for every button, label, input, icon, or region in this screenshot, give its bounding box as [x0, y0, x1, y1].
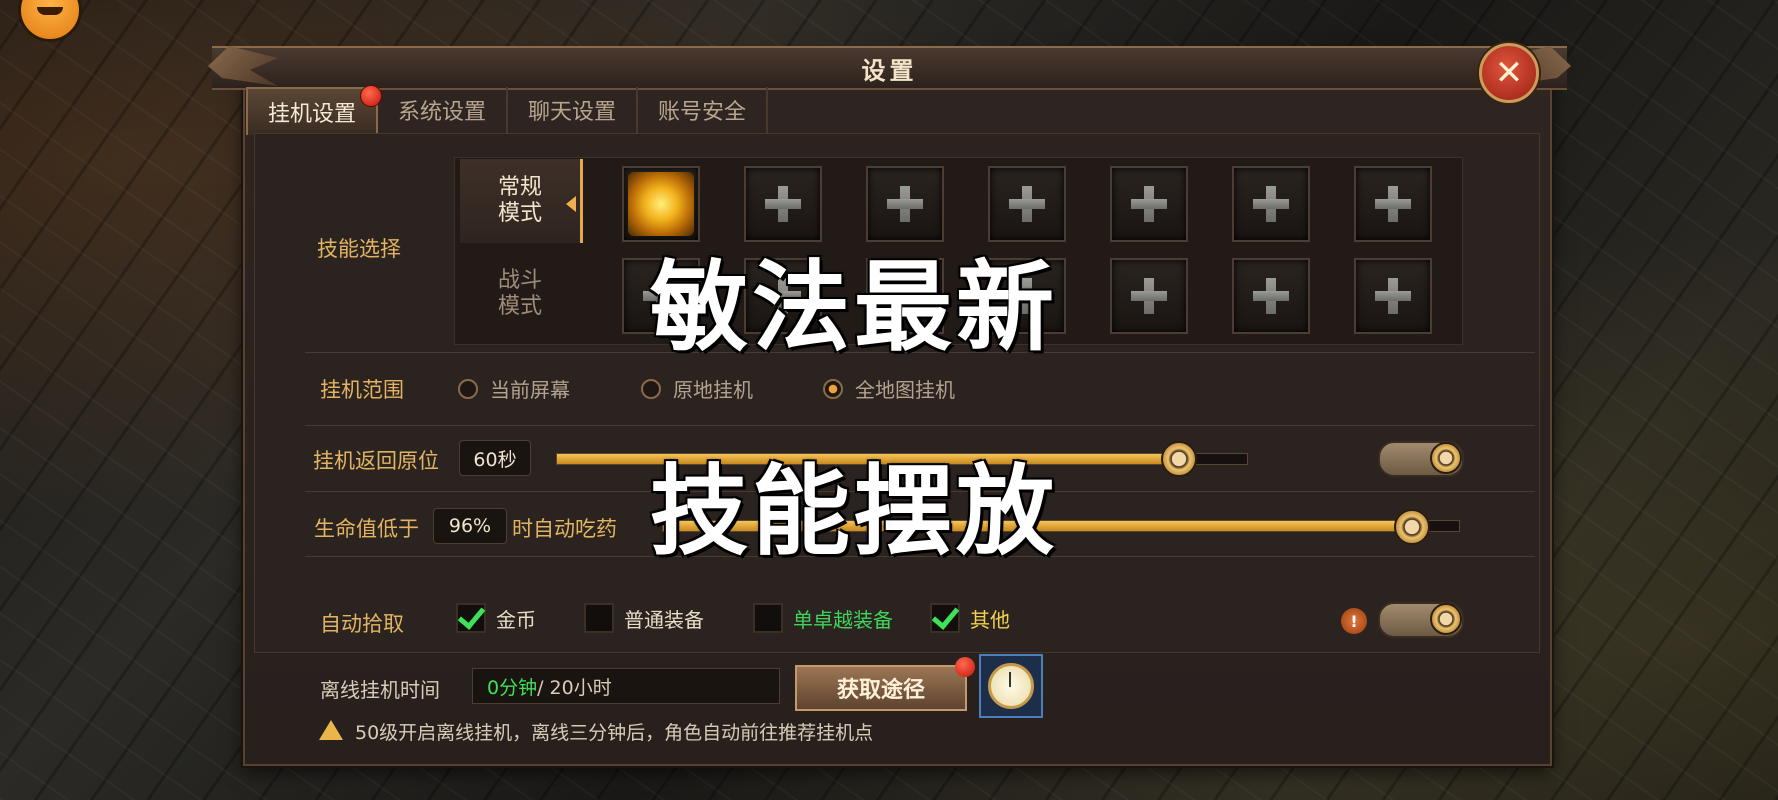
- offline-total: / 20小时: [537, 676, 612, 699]
- return-time-value[interactable]: 60秒: [459, 440, 531, 476]
- add-icon: [1373, 276, 1413, 316]
- toggle-knob: [1430, 442, 1462, 474]
- offline-used: 0分钟: [487, 676, 538, 699]
- tab-label: 挂机设置: [268, 102, 357, 127]
- radio-circle: [458, 378, 478, 399]
- mode-tab-regular[interactable]: 常规 模式: [460, 159, 583, 243]
- checkbox-checked: [930, 603, 960, 633]
- warning-icon: [319, 720, 343, 740]
- tab-account-security[interactable]: 账号安全: [638, 87, 769, 133]
- radio-circle: [641, 378, 661, 399]
- panel-title: 设置: [861, 55, 918, 85]
- pickup-other-checkbox[interactable]: 其他: [930, 603, 1010, 633]
- auto-pickup-label: 自动拾取: [320, 612, 404, 636]
- tab-afk-settings[interactable]: 挂机设置: [246, 85, 383, 135]
- pickup-normal-gear-checkbox[interactable]: 普通装备: [584, 603, 704, 633]
- skill-slot[interactable]: [1110, 166, 1188, 242]
- tab-label: 账号安全: [658, 100, 747, 125]
- offline-time-display: 0分钟 / 20小时: [472, 668, 780, 704]
- hp-threshold-value[interactable]: 96%: [433, 508, 507, 544]
- hp-threshold-label: 生命值低于: [314, 517, 419, 541]
- checkbox-box: [753, 603, 783, 633]
- checkbox-label: 其他: [970, 607, 1010, 632]
- get-source-button[interactable]: 获取途径: [795, 657, 975, 711]
- tab-label: 系统设置: [398, 100, 487, 125]
- dragon-ornament-icon: [208, 46, 278, 86]
- pickup-gold-checkbox[interactable]: 金币: [456, 603, 536, 633]
- mode-label: 战斗: [497, 268, 542, 293]
- checkbox-label: 普通装备: [624, 607, 704, 632]
- checkbox-checked: [456, 603, 486, 633]
- radio-stay-in-place[interactable]: 原地挂机: [641, 374, 753, 403]
- auto-pickup-toggle[interactable]: [1378, 602, 1464, 638]
- skill-slot[interactable]: [1110, 258, 1188, 334]
- offline-notice: 50级开启离线挂机，离线三分钟后，角色自动前往推荐挂机点: [355, 722, 874, 744]
- skill-slot[interactable]: [1354, 166, 1432, 242]
- add-icon: [1251, 276, 1291, 316]
- button-label: 获取途径: [836, 677, 925, 703]
- settings-tabs: 挂机设置 系统设置 聊天设置 账号安全: [246, 85, 769, 135]
- afk-range-label: 挂机范围: [320, 378, 404, 402]
- auto-potion-suffix: 时自动吃药: [512, 517, 617, 541]
- toggle-knob: [1430, 603, 1462, 635]
- tab-system-settings[interactable]: 系统设置: [378, 87, 509, 133]
- pocket-watch-icon: [988, 663, 1034, 709]
- divider: [305, 425, 1535, 426]
- skill-slot[interactable]: [1232, 166, 1310, 242]
- add-icon: [1129, 184, 1169, 224]
- radio-label: 全地图挂机: [855, 378, 955, 402]
- add-icon: [763, 184, 803, 224]
- overlay-caption-line2: 技能摆放: [650, 455, 1059, 569]
- add-icon: [1373, 184, 1413, 224]
- add-icon: [885, 184, 925, 224]
- tab-chat-settings[interactable]: 聊天设置: [508, 87, 639, 133]
- dragon-skill-icon: [628, 172, 694, 236]
- radio-current-screen[interactable]: 当前屏幕: [458, 374, 570, 403]
- add-icon: [1007, 184, 1047, 224]
- offline-item-button[interactable]: [979, 654, 1043, 718]
- notification-badge: [955, 657, 975, 677]
- checkbox-box: [584, 603, 614, 633]
- radio-whole-map[interactable]: 全地图挂机: [823, 374, 955, 403]
- mode-label: 模式: [497, 294, 542, 319]
- overlay-caption-line1: 敏法最新: [650, 251, 1059, 365]
- mode-label: 模式: [497, 201, 542, 226]
- title-bar: 设置: [208, 46, 1571, 90]
- add-icon: [1129, 276, 1169, 316]
- skill-slot[interactable]: [1354, 258, 1432, 334]
- mode-tab-battle[interactable]: 战斗 模式: [460, 252, 580, 336]
- skill-select-label: 技能选择: [317, 237, 401, 261]
- checkbox-label: 金币: [496, 607, 536, 632]
- slider-knob[interactable]: [1394, 509, 1431, 545]
- close-x-icon: ✕: [1494, 53, 1524, 93]
- offline-time-label: 离线挂机时间: [320, 678, 440, 702]
- close-button[interactable]: ✕: [1479, 43, 1539, 103]
- tab-label: 聊天设置: [528, 100, 617, 125]
- info-icon[interactable]: !: [1341, 608, 1367, 634]
- mode-label: 常规: [497, 175, 542, 200]
- radio-label: 当前屏幕: [490, 378, 570, 402]
- radio-label: 原地挂机: [673, 378, 753, 402]
- pickup-excellent-gear-checkbox[interactable]: 单卓越装备: [753, 603, 893, 633]
- return-origin-label: 挂机返回原位: [313, 449, 439, 473]
- mode-arrow-icon: [566, 196, 576, 212]
- checkbox-label: 单卓越装备: [793, 607, 893, 632]
- radio-circle-selected: [823, 378, 843, 399]
- slider-knob[interactable]: [1161, 441, 1197, 477]
- skill-slot[interactable]: [1232, 258, 1310, 334]
- add-icon: [1251, 184, 1291, 224]
- return-origin-toggle[interactable]: [1378, 441, 1464, 477]
